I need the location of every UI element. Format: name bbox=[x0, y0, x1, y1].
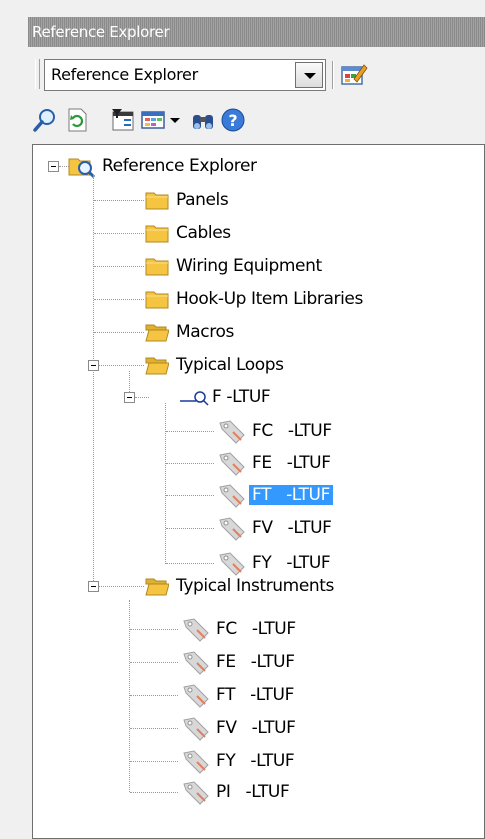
toolbar-separator bbox=[332, 61, 333, 89]
folder-icon bbox=[145, 258, 169, 276]
tree-node-label: FY -LTUF bbox=[252, 553, 331, 573]
view-selector-value: Reference Explorer bbox=[51, 65, 198, 84]
tree-node-label: FT -LTUF bbox=[249, 485, 333, 505]
tree-node-panels[interactable]: Panels bbox=[173, 186, 231, 214]
tree-node-label: Cables bbox=[176, 223, 231, 243]
tree-node-loop-item[interactable]: FE -LTUF bbox=[249, 449, 334, 477]
tree-node-label: FV -LTUF bbox=[252, 518, 332, 538]
instrument-tag-icon bbox=[183, 618, 209, 642]
reference-explorer-panel: Reference Explorer Reference Explorer ? … bbox=[28, 17, 485, 839]
tree-node-instrument[interactable]: FV -LTUF bbox=[213, 714, 299, 742]
collapse-toggle-loop[interactable] bbox=[124, 392, 135, 403]
tree-node-label: Wiring Equipment bbox=[176, 256, 322, 276]
tree-node-instrument[interactable]: FC -LTUF bbox=[213, 615, 299, 643]
folder-open-icon bbox=[145, 324, 169, 342]
instrument-tag-icon bbox=[219, 484, 245, 508]
instrument-tag-icon bbox=[183, 684, 209, 708]
filter-icon[interactable] bbox=[110, 107, 136, 133]
folder-icon bbox=[145, 192, 169, 210]
tree-node-label: FC -LTUF bbox=[216, 619, 296, 639]
tree-node-instrument[interactable]: PI -LTUF bbox=[213, 778, 292, 806]
tree-node-label: Reference Explorer bbox=[102, 156, 257, 176]
refresh-icon[interactable] bbox=[64, 107, 90, 133]
tree-node-label: FC -LTUF bbox=[252, 421, 332, 441]
tree-node-macros[interactable]: Macros bbox=[173, 318, 237, 346]
find-icon[interactable] bbox=[190, 107, 216, 133]
collapse-toggle-typical-instruments[interactable] bbox=[88, 581, 99, 592]
tree-node-label: F -LTUF bbox=[212, 387, 271, 407]
tree-node-label: FE -LTUF bbox=[216, 652, 295, 672]
tree-node-cables[interactable]: Cables bbox=[173, 219, 234, 247]
instrument-tag-icon bbox=[183, 781, 209, 805]
tree-node-typical-instruments[interactable]: Typical Instruments bbox=[173, 572, 337, 600]
dropdown-arrow-icon[interactable] bbox=[168, 107, 182, 133]
help-icon[interactable]: ? bbox=[220, 107, 246, 133]
search-icon[interactable] bbox=[32, 107, 58, 133]
instrument-tag-icon bbox=[183, 651, 209, 675]
tree-node-label: FT -LTUF bbox=[216, 685, 294, 705]
tree-node-label: PI -LTUF bbox=[216, 782, 290, 802]
svg-text:?: ? bbox=[228, 111, 237, 130]
tree-node-loop[interactable]: F -LTUF bbox=[209, 383, 273, 411]
tree-node-root[interactable]: Reference Explorer bbox=[99, 152, 260, 180]
tree-node-label: FY -LTUF bbox=[216, 751, 295, 771]
tree-node-instrument[interactable]: FT -LTUF bbox=[213, 681, 297, 709]
folder-open-icon bbox=[145, 357, 169, 375]
tree-node-label: FE -LTUF bbox=[252, 453, 331, 473]
toolbar-grip[interactable] bbox=[35, 59, 40, 89]
instrument-tag-icon bbox=[219, 517, 245, 541]
tree-node-label: Typical Instruments bbox=[176, 576, 334, 596]
tree-node-hookup-libraries[interactable]: Hook-Up Item Libraries bbox=[173, 285, 366, 313]
reference-tree[interactable]: Reference Explorer Panels Cables Wiring … bbox=[32, 144, 485, 839]
tree-node-instrument[interactable]: FY -LTUF bbox=[213, 747, 297, 775]
chevron-down-icon[interactable] bbox=[295, 62, 323, 88]
grid-view-icon[interactable] bbox=[140, 107, 166, 133]
folder-open-icon bbox=[145, 578, 169, 596]
instrument-tag-icon bbox=[219, 452, 245, 476]
top-toolbar: Reference Explorer bbox=[28, 47, 485, 99]
loop-icon bbox=[180, 391, 209, 406]
tree-node-typical-loops[interactable]: Typical Loops bbox=[173, 351, 287, 379]
collapse-toggle-typical-loops[interactable] bbox=[88, 360, 99, 371]
tree-node-label: Typical Loops bbox=[176, 355, 284, 375]
instrument-tag-icon bbox=[183, 750, 209, 774]
icon-toolbar: ? bbox=[28, 99, 485, 143]
tree-node-loop-item[interactable]: FC -LTUF bbox=[249, 417, 335, 445]
tree-node-label: Macros bbox=[176, 322, 234, 342]
tree-node-label: FV -LTUF bbox=[216, 718, 296, 738]
edit-properties-icon[interactable] bbox=[340, 61, 368, 87]
tree-node-label: Panels bbox=[176, 190, 229, 210]
instrument-tag-icon bbox=[183, 717, 209, 741]
folder-icon bbox=[145, 291, 169, 309]
tree-node-instrument[interactable]: FE -LTUF bbox=[213, 648, 298, 676]
instrument-tag-icon bbox=[219, 420, 245, 444]
tree-node-wiring-equipment[interactable]: Wiring Equipment bbox=[173, 252, 325, 280]
collapse-toggle-root[interactable] bbox=[48, 161, 59, 172]
view-selector-combo[interactable]: Reference Explorer bbox=[44, 59, 326, 91]
tree-node-label: Hook-Up Item Libraries bbox=[176, 289, 363, 309]
panel-title: Reference Explorer bbox=[28, 17, 485, 47]
tree-node-loop-item-selected[interactable]: FT -LTUF bbox=[249, 481, 333, 509]
folder-icon bbox=[145, 225, 169, 243]
tree-node-loop-item[interactable]: FV -LTUF bbox=[249, 514, 335, 542]
reference-explorer-icon bbox=[68, 158, 96, 179]
